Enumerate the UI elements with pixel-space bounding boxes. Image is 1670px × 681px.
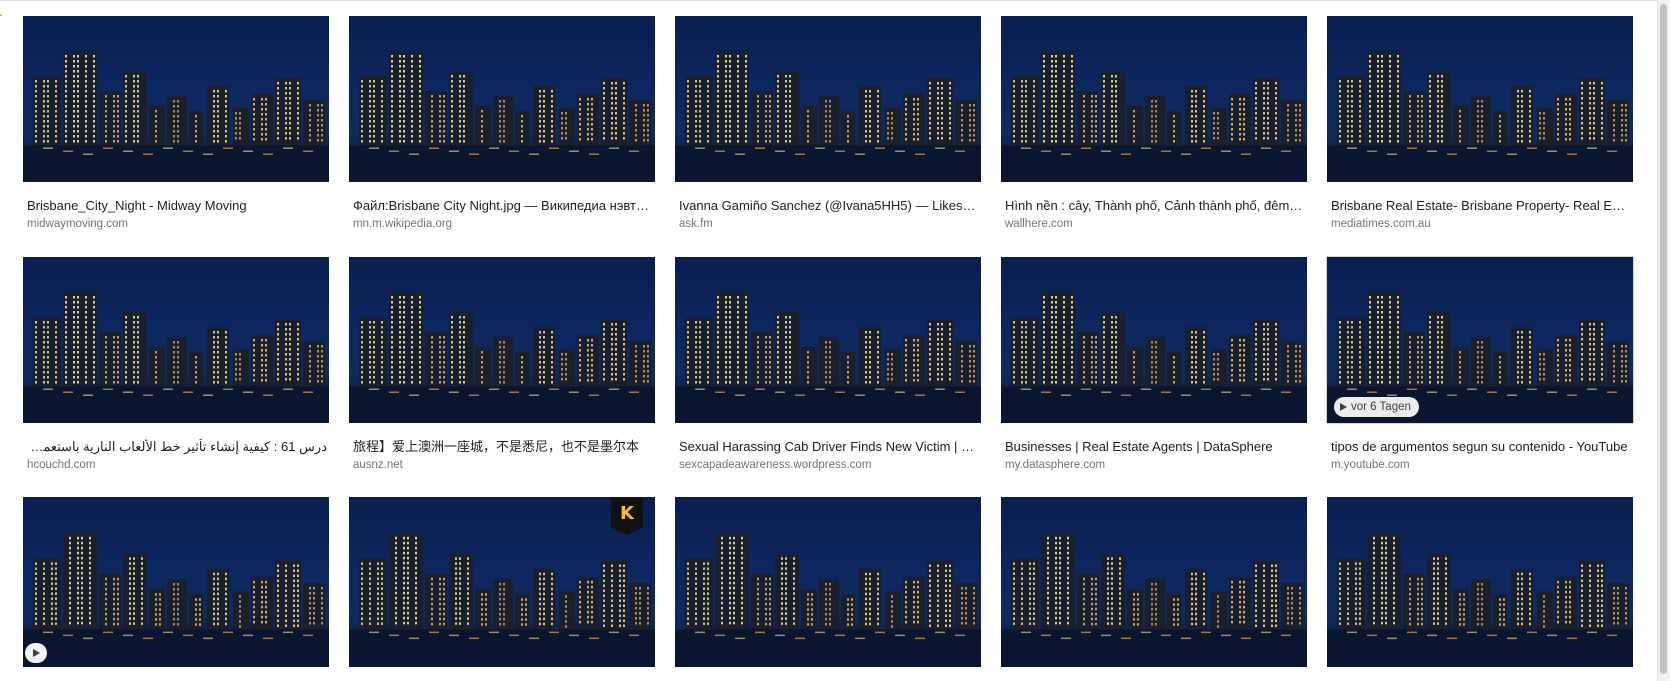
result-title[interactable]: Ivanna Gamiño Sanchez (@Ivana5HH5) — Lik…: [679, 198, 979, 214]
result-card[interactable]: Brisbane Real Estate- Brisbane Property-…: [1327, 16, 1633, 231]
result-card[interactable]: [1327, 497, 1633, 667]
edge-marker: [0, 14, 2, 16]
result-thumbnail[interactable]: [1001, 16, 1307, 182]
result-domain: sexcapadeawareness.wordpress.com: [679, 459, 872, 471]
result-title[interactable]: Brisbane Real Estate- Brisbane Property-…: [1331, 198, 1631, 214]
result-domain: hcouchd.com: [27, 459, 96, 471]
play-icon: [1340, 403, 1347, 411]
skyline-image: [349, 532, 655, 667]
result-card[interactable]: K: [349, 497, 655, 667]
result-card[interactable]: درس 61 : كيفية إنشاء تأثير خط الألعاب ال…: [23, 257, 329, 472]
result-card[interactable]: Sexual Harassing Cab Driver Finds New Vi…: [675, 257, 981, 472]
result-card[interactable]: [675, 497, 981, 667]
skyline-image: [675, 51, 981, 182]
result-domain: my.datasphere.com: [1005, 459, 1106, 471]
result-domain: midwaymoving.com: [27, 218, 128, 230]
result-thumbnail[interactable]: vor 6 Tagen: [1326, 256, 1634, 424]
skyline-image: [1001, 292, 1307, 423]
result-card[interactable]: Hình nền : cây, Thành phố, Cảnh thành ph…: [1001, 16, 1307, 231]
result-thumbnail[interactable]: [349, 257, 655, 423]
result-title[interactable]: Businesses | Real Estate Agents | DataSp…: [1005, 439, 1305, 455]
result-card[interactable]: [23, 497, 329, 667]
result-card[interactable]: [1001, 497, 1307, 667]
play-icon: [32, 649, 40, 657]
badge-text: vor 6 Tagen: [1351, 401, 1411, 413]
scrollbar-thumb[interactable]: [1660, 4, 1667, 674]
skyline-image: [1001, 532, 1307, 667]
scrollbar[interactable]: [1657, 0, 1670, 681]
result-card[interactable]: 旅程】爱上澳洲一座城，不是悉尼，也不是墨尔本 ausnz.net: [349, 257, 655, 472]
result-thumbnail[interactable]: [1001, 497, 1307, 667]
result-thumbnail[interactable]: [1327, 16, 1633, 182]
skyline-image: [675, 532, 981, 667]
skyline-image: [1001, 51, 1307, 182]
result-title[interactable]: Hình nền : cây, Thành phố, Cảnh thành ph…: [1005, 198, 1305, 214]
result-domain: ask.fm: [679, 218, 713, 230]
result-card[interactable]: Файл:Brisbane City Night.jpg — Википедиа…: [349, 16, 655, 231]
skyline-image: [349, 292, 655, 423]
result-title[interactable]: Brisbane_City_Night - Midway Moving: [27, 198, 327, 214]
result-card[interactable]: Brisbane_City_Night - Midway Moving midw…: [23, 16, 329, 231]
result-thumbnail[interactable]: [23, 497, 329, 667]
result-domain: mn.m.wikipedia.org: [353, 218, 453, 230]
result-card[interactable]: vor 6 Tagen tipos de argumentos segun su…: [1326, 256, 1634, 472]
result-thumbnail[interactable]: [675, 257, 981, 423]
skyline-image: [1327, 51, 1633, 182]
skyline-image: [1327, 532, 1633, 667]
result-thumbnail[interactable]: [349, 16, 655, 182]
top-divider: [0, 0, 1670, 1]
result-thumbnail[interactable]: [675, 16, 981, 182]
result-domain: m.youtube.com: [1331, 459, 1410, 471]
result-domain: mediatimes.com.au: [1331, 218, 1431, 230]
video-badge: [25, 643, 47, 663]
result-thumbnail[interactable]: [1001, 257, 1307, 423]
result-thumbnail[interactable]: [675, 497, 981, 667]
result-thumbnail[interactable]: [23, 16, 329, 182]
result-title[interactable]: درس 61 : كيفية إنشاء تأثير خط الألعاب ال…: [27, 439, 327, 455]
result-thumbnail[interactable]: [1327, 497, 1633, 667]
skyline-image: [349, 51, 655, 182]
result-domain: wallhere.com: [1005, 218, 1073, 230]
skyline-image: [23, 51, 329, 182]
watermark-logo: K: [611, 497, 643, 535]
result-domain: ausnz.net: [353, 459, 403, 471]
result-title[interactable]: Файл:Brisbane City Night.jpg — Википедиа…: [353, 198, 653, 214]
skyline-image: [675, 292, 981, 423]
result-title[interactable]: tipos de argumentos segun su contenido -…: [1331, 439, 1631, 455]
result-card[interactable]: Businesses | Real Estate Agents | DataSp…: [1001, 257, 1307, 472]
result-title[interactable]: Sexual Harassing Cab Driver Finds New Vi…: [679, 439, 979, 455]
skyline-image: [23, 292, 329, 423]
result-thumbnail[interactable]: [23, 257, 329, 423]
skyline-image: [23, 532, 329, 667]
video-duration-badge: vor 6 Tagen: [1334, 397, 1419, 417]
result-card[interactable]: Ivanna Gamiño Sanchez (@Ivana5HH5) — Lik…: [675, 16, 981, 231]
result-title[interactable]: 旅程】爱上澳洲一座城，不是悉尼，也不是墨尔本: [353, 439, 653, 455]
result-thumbnail[interactable]: K: [349, 497, 655, 667]
